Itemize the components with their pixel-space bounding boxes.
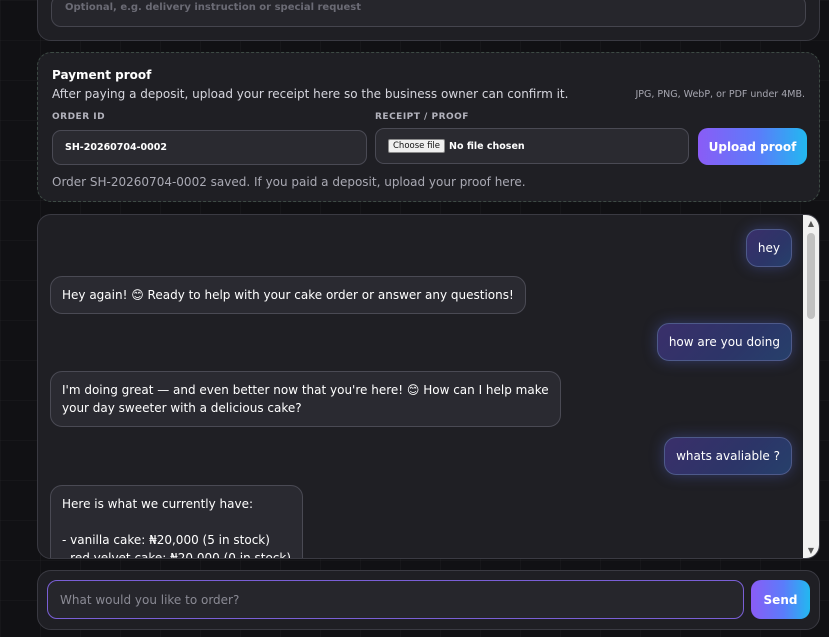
notes-input[interactable]: Optional, e.g. delivery instruction or s…: [51, 0, 806, 27]
receipt-label: RECEIPT / PROOF: [375, 112, 469, 122]
bot-message: Hey again! 😊 Ready to help with your cak…: [50, 276, 526, 314]
user-message: whats avaliable ?: [664, 437, 792, 475]
choose-file-button[interactable]: Choose file: [388, 139, 446, 153]
bot-message: Here is what we currently have: - vanill…: [50, 485, 304, 558]
payment-proof-description: After paying a deposit, upload your rece…: [52, 87, 569, 101]
order-id-label: ORDER ID: [52, 112, 106, 122]
scrollbar-thumb[interactable]: [807, 233, 815, 319]
payment-status-text: Order SH-20260704-0002 saved. If you pai…: [52, 175, 526, 189]
scroll-up-arrow-icon[interactable]: ▲: [803, 217, 819, 231]
message-input[interactable]: [47, 580, 744, 619]
accepted-formats-hint: JPG, PNG, WebP, or PDF under 4MB.: [635, 89, 805, 100]
send-button[interactable]: Send: [751, 580, 810, 619]
no-file-chosen-text: No file chosen: [449, 140, 525, 152]
notes-panel: Optional, e.g. delivery instruction or s…: [37, 0, 820, 41]
chat-window[interactable]: hey Hey again! 😊 Ready to help with your…: [37, 214, 820, 559]
payment-proof-title: Payment proof: [52, 68, 152, 82]
user-message: hey: [745, 229, 792, 267]
user-message: how are you doing: [656, 323, 792, 361]
payment-proof-panel: Payment proof After paying a deposit, up…: [37, 52, 820, 202]
bot-message: I'm doing great — and even better now th…: [50, 371, 561, 427]
chat-scrollbar[interactable]: ▲ ▼: [803, 215, 819, 558]
receipt-file-input: Choose file No file chosen: [375, 128, 689, 164]
scroll-down-arrow-icon[interactable]: ▼: [803, 544, 819, 558]
upload-proof-button[interactable]: Upload proof: [698, 128, 807, 165]
message-composer: Send: [37, 570, 820, 630]
order-id-input[interactable]: SH-20260704-0002: [52, 130, 367, 165]
